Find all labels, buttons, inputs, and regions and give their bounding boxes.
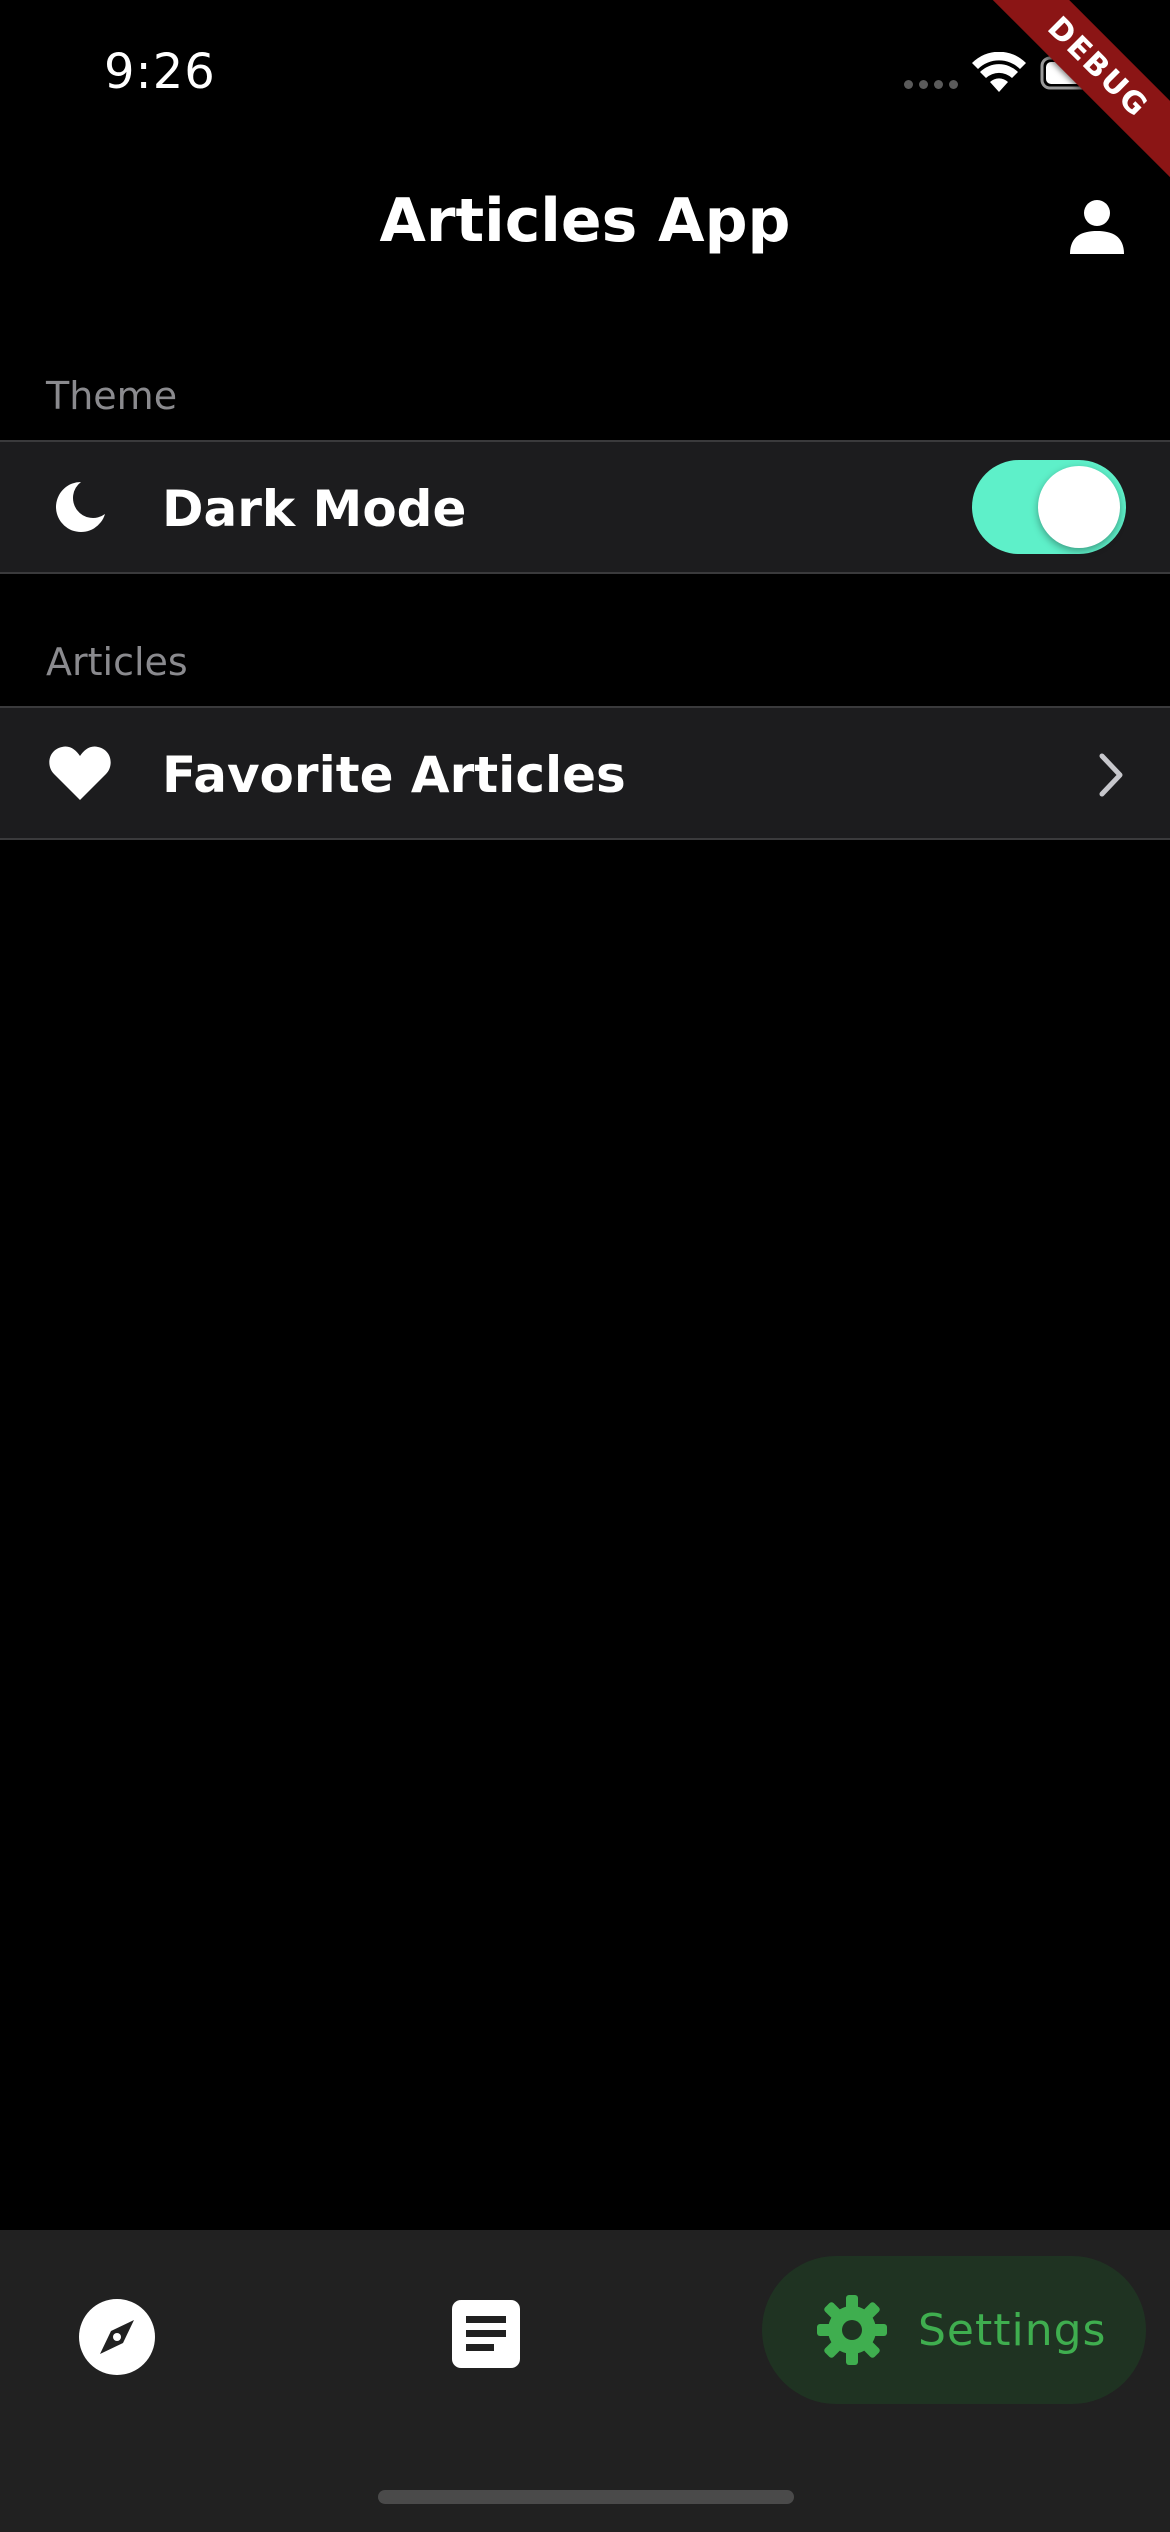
section-header-articles: Articles <box>46 640 188 684</box>
nav-articles-button[interactable] <box>446 2294 526 2374</box>
screen: 9:26 DEBUG Articles App Theme Dark Mode <box>0 0 1170 2532</box>
section-header-theme: Theme <box>46 374 178 418</box>
dark-mode-tile[interactable]: Dark Mode <box>0 440 1170 574</box>
status-time: 9:26 <box>104 44 216 100</box>
chevron-right-icon <box>1099 753 1123 797</box>
bottom-navigation-bar: Settings <box>0 2230 1170 2532</box>
compass-icon <box>79 2299 155 2375</box>
cellular-signal-icon <box>904 80 958 89</box>
moon-icon <box>48 475 112 539</box>
person-icon <box>1070 200 1124 254</box>
debug-banner: DEBUG <box>972 0 1170 193</box>
nav-settings-label: Settings <box>918 2304 1107 2356</box>
heart-icon <box>48 741 112 805</box>
app-title: Articles App <box>379 186 791 256</box>
nav-explore-button[interactable] <box>74 2294 160 2380</box>
dark-mode-toggle[interactable] <box>972 460 1126 554</box>
nav-settings-button[interactable]: Settings <box>762 2256 1146 2404</box>
article-icon <box>452 2300 520 2368</box>
favorite-articles-label: Favorite Articles <box>162 746 626 804</box>
gear-icon <box>817 2295 887 2365</box>
dark-mode-label: Dark Mode <box>162 480 467 538</box>
home-indicator[interactable] <box>378 2490 794 2504</box>
wifi-icon <box>972 52 1026 92</box>
favorite-articles-tile[interactable]: Favorite Articles <box>0 706 1170 840</box>
toggle-knob <box>1038 466 1120 548</box>
profile-button[interactable] <box>1062 192 1132 262</box>
